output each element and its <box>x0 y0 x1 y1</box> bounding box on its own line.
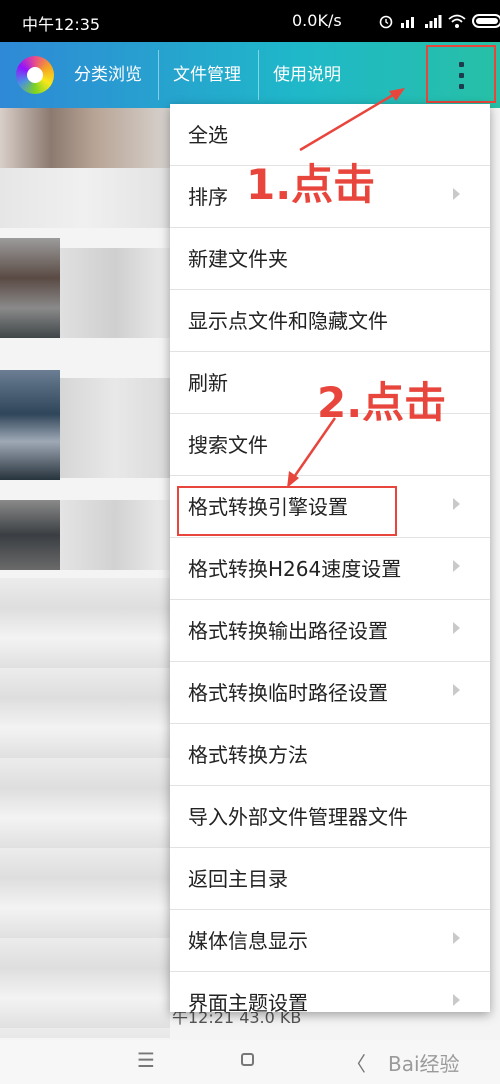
annotation-step2: 2.点击 <box>317 378 447 427</box>
watermark: Bai经验 <box>388 1052 460 1076</box>
menu-icon[interactable]: ☰ <box>137 1048 155 1072</box>
arrow-line-step2 <box>290 417 337 481</box>
home-icon[interactable] <box>241 1053 254 1066</box>
annotation-step1: 1.点击 <box>246 160 376 209</box>
system-nav-bar: ☰ 〈 Bai经验 <box>0 1040 500 1084</box>
arrow-line-step1 <box>299 90 399 152</box>
back-icon[interactable]: 〈 <box>346 1048 366 1077</box>
